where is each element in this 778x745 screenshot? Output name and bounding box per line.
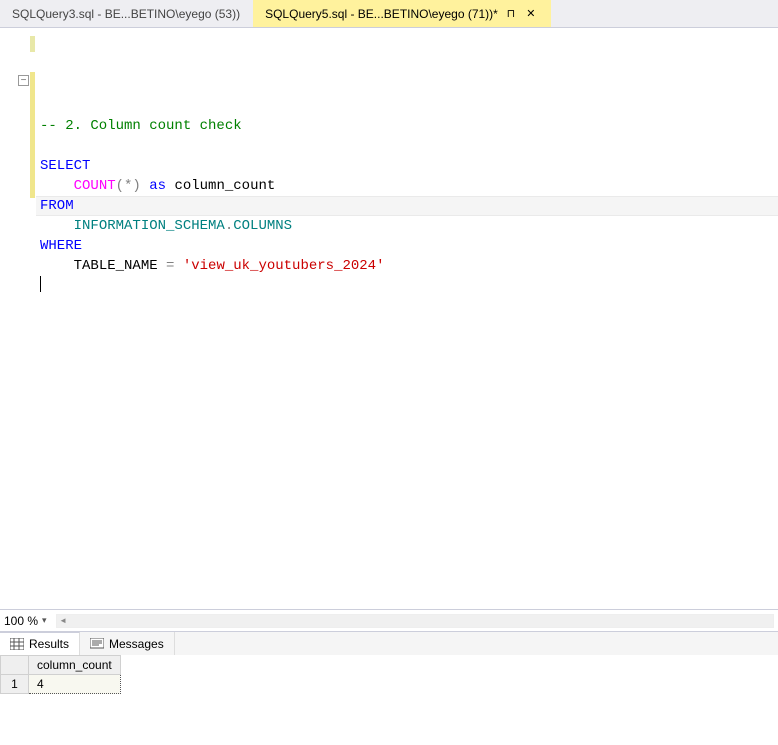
tab-messages[interactable]: Messages bbox=[80, 632, 175, 655]
close-icon[interactable]: ✕ bbox=[524, 7, 538, 21]
messages-icon bbox=[90, 638, 104, 650]
column-header[interactable]: column_count bbox=[29, 656, 121, 675]
results-grid[interactable]: column_count 1 4 bbox=[0, 655, 778, 745]
corner-cell[interactable] bbox=[1, 656, 29, 675]
change-marker bbox=[30, 36, 35, 52]
zoom-dropdown-icon[interactable]: ▾ bbox=[42, 615, 52, 626]
editor-gutter: − bbox=[0, 28, 36, 609]
text-cursor bbox=[40, 276, 41, 292]
messages-tab-label: Messages bbox=[109, 637, 164, 651]
eq: = bbox=[158, 258, 183, 274]
tab-label: SQLQuery3.sql - BE...BETINO\eyego (53)) bbox=[12, 7, 240, 21]
string-literal: 'view_uk_youtubers_2024' bbox=[183, 258, 385, 274]
results-tab-label: Results bbox=[29, 637, 69, 651]
tab-sqlquery3[interactable]: SQLQuery3.sql - BE...BETINO\eyego (53)) bbox=[0, 0, 253, 27]
row-number[interactable]: 1 bbox=[1, 675, 29, 694]
kw-from: FROM bbox=[40, 198, 74, 214]
dot: . bbox=[225, 218, 233, 234]
scroll-left-icon[interactable]: ◄ bbox=[57, 615, 69, 627]
tab-sqlquery5[interactable]: SQLQuery5.sql - BE...BETINO\eyego (71))*… bbox=[253, 0, 551, 27]
outline-collapse-icon[interactable]: − bbox=[18, 75, 29, 86]
tab-results[interactable]: Results bbox=[0, 632, 80, 655]
cell-value[interactable]: 4 bbox=[29, 675, 121, 694]
pin-icon[interactable]: ⊓ bbox=[504, 7, 518, 21]
document-tabs-bar: SQLQuery3.sql - BE...BETINO\eyego (53)) … bbox=[0, 0, 778, 28]
zoom-level[interactable]: 100 % bbox=[4, 614, 38, 628]
func-count: COUNT bbox=[74, 178, 116, 194]
ident-columns: COLUMNS bbox=[233, 218, 292, 234]
code-content[interactable]: -- 2. Column count check SELECT COUNT(*)… bbox=[36, 28, 778, 609]
results-pane-tabs: Results Messages bbox=[0, 631, 778, 655]
alias: column_count bbox=[174, 178, 275, 194]
code-comment: -- 2. Column count check bbox=[40, 118, 242, 134]
field-table-name: TABLE_NAME bbox=[74, 258, 158, 274]
sql-editor[interactable]: − -- 2. Column count check SELECT COUNT(… bbox=[0, 28, 778, 609]
result-table: column_count 1 4 bbox=[0, 655, 121, 694]
ident-schema: INFORMATION_SCHEMA bbox=[74, 218, 225, 234]
zoom-bar: 100 % ▾ ◄ bbox=[0, 609, 778, 631]
paren-star: (*) bbox=[116, 178, 141, 194]
kw-as: as bbox=[141, 178, 175, 194]
grid-icon bbox=[10, 638, 24, 650]
horizontal-scrollbar[interactable]: ◄ bbox=[56, 614, 774, 628]
tab-label: SQLQuery5.sql - BE...BETINO\eyego (71))* bbox=[265, 7, 498, 21]
kw-where: WHERE bbox=[40, 238, 82, 254]
kw-select: SELECT bbox=[40, 158, 90, 174]
table-row[interactable]: 1 4 bbox=[1, 675, 121, 694]
change-marker bbox=[30, 72, 35, 198]
